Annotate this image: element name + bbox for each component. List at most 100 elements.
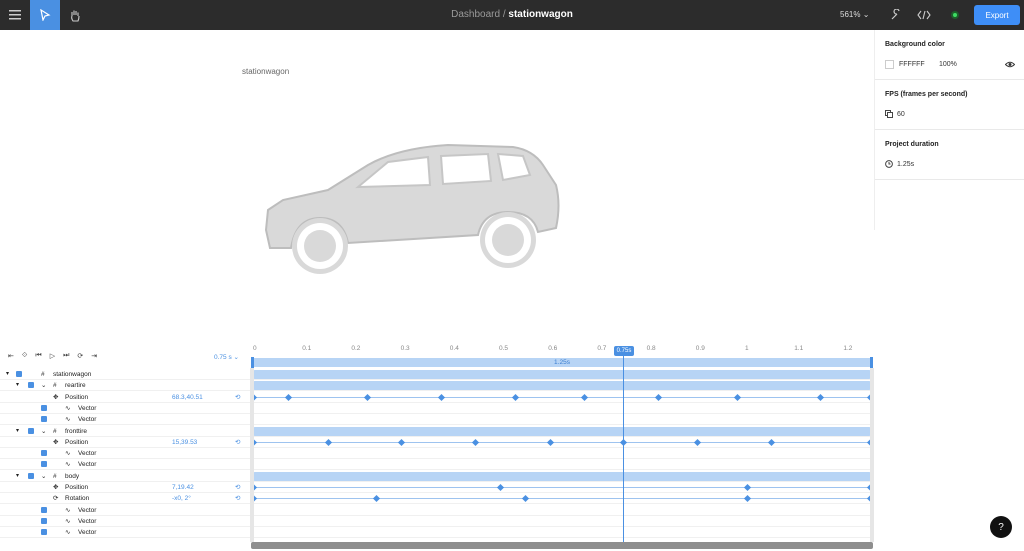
- skip-end-icon[interactable]: ⇥: [91, 352, 97, 360]
- ruler-tick: 1: [745, 345, 749, 352]
- ruler-tick: 1.2: [843, 345, 853, 352]
- breadcrumb-parent[interactable]: Dashboard: [451, 9, 500, 20]
- duration-input[interactable]: 1.25s: [897, 161, 914, 168]
- wrench-icon[interactable]: [880, 0, 910, 30]
- ruler-tick: 0: [253, 345, 257, 352]
- keyframe-track-line: [253, 487, 870, 488]
- property-row[interactable]: ∿ Vector: [0, 448, 874, 460]
- prev-keyframe-icon[interactable]: ⟐: [22, 352, 28, 360]
- row-label: Vector: [78, 529, 97, 537]
- row-label: stationwagon: [53, 371, 92, 378]
- layer-duration-bar[interactable]: [251, 370, 873, 379]
- caret-down-icon[interactable]: ▾: [16, 471, 19, 482]
- help-button[interactable]: ?: [990, 516, 1012, 538]
- vector-icon: ∿: [65, 461, 71, 469]
- zoom-value: 561%: [840, 10, 861, 19]
- visibility-toggle[interactable]: [41, 529, 47, 536]
- playhead-line[interactable]: [623, 356, 624, 542]
- chevron-down-icon[interactable]: ⌄: [41, 471, 46, 482]
- row-label: Vector: [78, 416, 97, 424]
- station-wagon-illustration[interactable]: [258, 140, 568, 275]
- property-row[interactable]: ∿ Vector: [0, 403, 874, 414]
- row-label: Position: [65, 484, 89, 491]
- background-hex-input[interactable]: FFFFFF: [899, 61, 925, 68]
- section-title: Project duration: [885, 141, 939, 148]
- code-icon[interactable]: [909, 0, 939, 30]
- frame-icon: #: [41, 371, 45, 378]
- breadcrumb-current: stationwagon: [508, 9, 573, 20]
- chevron-down-icon[interactable]: ⌄: [41, 426, 46, 437]
- color-swatch[interactable]: [885, 60, 894, 69]
- play-icon[interactable]: ▷: [50, 352, 55, 360]
- caret-down-icon[interactable]: ▾: [16, 426, 19, 437]
- layer-duration-bar[interactable]: [251, 471, 873, 481]
- ruler-tick: 0.8: [646, 345, 656, 352]
- vector-icon: ∿: [65, 529, 71, 537]
- visibility-toggle[interactable]: [41, 416, 47, 423]
- property-row[interactable]: ∿ Vector: [0, 414, 874, 426]
- frame-icon: #: [53, 427, 57, 435]
- visibility-toggle[interactable]: [41, 506, 47, 513]
- ruler-tick: 1.1: [794, 345, 804, 352]
- rotation-icon: ⟳: [53, 495, 59, 503]
- playback-controls: ⇤ ⟐ ⏮ ▷ ⏭ ⟳ ⇥: [8, 352, 97, 360]
- property-row[interactable]: ∿ Vector: [0, 459, 874, 471]
- caret-down-icon[interactable]: ▾: [6, 369, 9, 380]
- property-value[interactable]: 7,19.42: [172, 482, 194, 493]
- skip-start-icon[interactable]: ⇤: [8, 352, 14, 360]
- current-time-select[interactable]: 0.75 s ⌄: [214, 353, 239, 361]
- playhead-label[interactable]: 0.75s: [614, 346, 634, 356]
- row-label: Vector: [78, 517, 97, 525]
- visibility-toggle[interactable]: [41, 461, 47, 468]
- visibility-toggle[interactable]: [28, 427, 34, 434]
- background-opacity-input[interactable]: 100%: [939, 61, 957, 68]
- range-start-handle[interactable]: [251, 357, 254, 368]
- breadcrumb: Dashboard / stationwagon: [0, 0, 1024, 30]
- property-row[interactable]: ∿ Vector: [0, 516, 874, 527]
- properties-panel: Background color FFFFFF 100% FPS (frames…: [874, 30, 1024, 230]
- keyframe-toggle-icon[interactable]: ⟲: [235, 437, 240, 448]
- row-label: Vector: [78, 450, 97, 458]
- visibility-toggle[interactable]: [41, 517, 47, 524]
- clock-icon: [885, 160, 893, 168]
- property-value[interactable]: 15,39.53: [172, 437, 197, 448]
- visibility-toggle[interactable]: [28, 382, 34, 389]
- visibility-toggle[interactable]: [16, 371, 22, 377]
- visibility-toggle[interactable]: [41, 450, 47, 457]
- canvas-artboard-label: stationwagon: [242, 67, 290, 76]
- property-row[interactable]: ∿ Vector: [0, 505, 874, 516]
- step-back-icon[interactable]: ⏮: [35, 352, 41, 360]
- keyframe-toggle-icon[interactable]: ⟲: [235, 493, 240, 504]
- timeline-scrollbar[interactable]: [251, 542, 873, 549]
- fps-input[interactable]: 60: [897, 111, 905, 118]
- frames-icon: [885, 110, 893, 118]
- range-end-handle[interactable]: [870, 357, 873, 368]
- chevron-down-icon: ⌄: [233, 354, 239, 361]
- visibility-toggle[interactable]: [41, 404, 47, 411]
- vector-icon: ∿: [65, 416, 71, 424]
- property-value[interactable]: -x0, 2°: [172, 493, 191, 504]
- step-forward-icon[interactable]: ⏭: [63, 352, 69, 360]
- row-label: reartire: [65, 382, 86, 390]
- property-value[interactable]: 68.3,40.51: [172, 392, 203, 403]
- row-label: fronttire: [65, 427, 88, 435]
- visibility-toggle[interactable]: [28, 472, 34, 479]
- vector-icon: ∿: [65, 404, 71, 412]
- row-label: Vector: [78, 506, 97, 514]
- section-title: Background color: [885, 41, 945, 48]
- layer-duration-bar[interactable]: [251, 381, 873, 391]
- keyframe-toggle-icon[interactable]: ⟲: [235, 482, 240, 493]
- loop-icon[interactable]: ⟳: [77, 352, 83, 360]
- section-title: FPS (frames per second): [885, 91, 968, 98]
- chevron-down-icon[interactable]: ⌄: [41, 380, 46, 391]
- layer-duration-bar[interactable]: [251, 426, 873, 436]
- status-dot-icon: [940, 0, 970, 30]
- keyframe-toggle-icon[interactable]: ⟲: [235, 392, 240, 403]
- caret-down-icon[interactable]: ▾: [16, 380, 19, 391]
- frame-icon: #: [53, 382, 57, 390]
- export-button[interactable]: Export: [974, 5, 1020, 25]
- property-row[interactable]: ∿ Vector: [0, 527, 874, 539]
- eye-icon[interactable]: [1005, 61, 1015, 68]
- keyframe-track-line: [253, 498, 870, 500]
- zoom-select[interactable]: 561% ⌄: [840, 10, 869, 19]
